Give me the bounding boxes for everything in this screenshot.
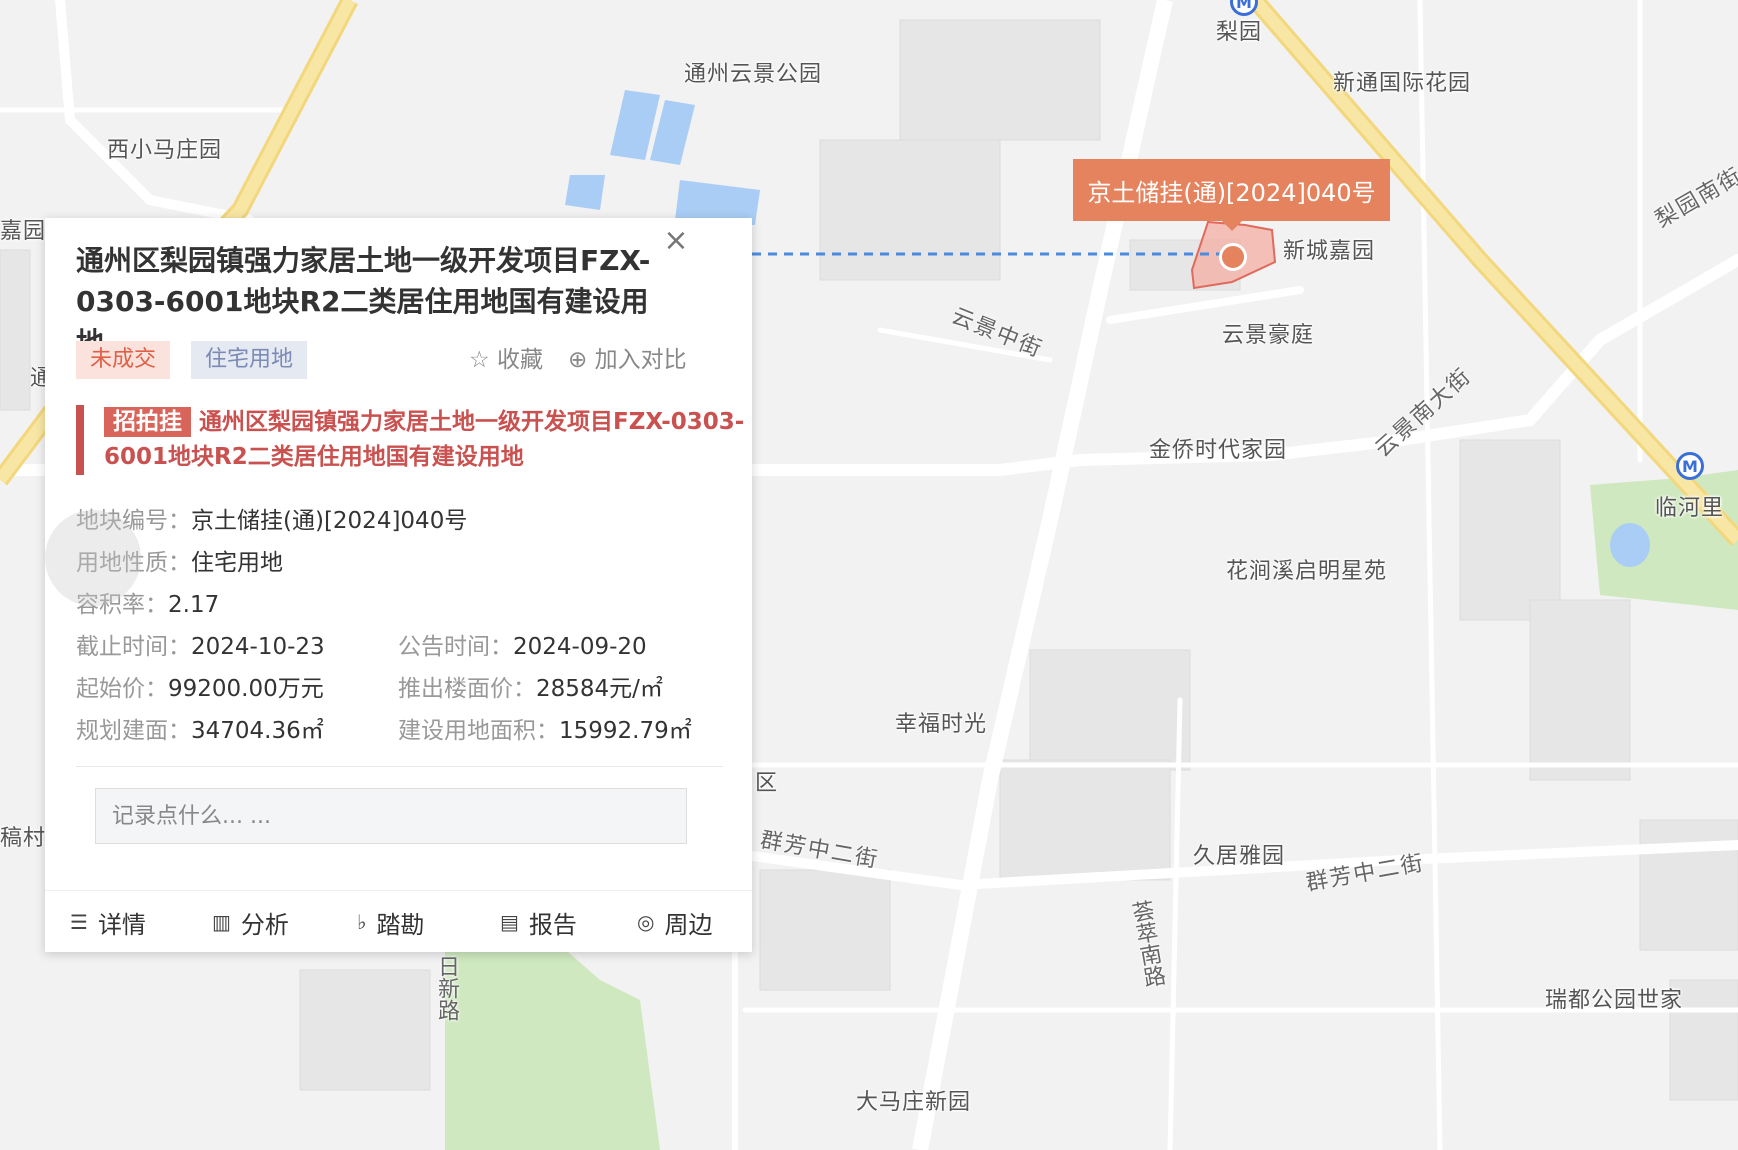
poi-label[interactable]: 新通国际花园 bbox=[1333, 65, 1471, 97]
field-label: 公告时间： bbox=[398, 634, 513, 660]
metro-station-icon[interactable]: M bbox=[1676, 452, 1704, 480]
field-label: 推出楼面价： bbox=[398, 676, 536, 702]
field-value: 2.17 bbox=[168, 592, 220, 618]
divider bbox=[76, 766, 723, 767]
notice-text: 通州区梨园镇强力家居土地一级开发项目FZX-0303-6001地块R2二类居住用… bbox=[104, 409, 745, 470]
plot-info-panel: 通州区梨园镇强力家居土地一级开发项目FZX-0303-6001地块R2二类居住用… bbox=[45, 218, 752, 952]
poi-label[interactable]: 稿村 bbox=[0, 820, 46, 852]
survey-button[interactable]: ♭ 踏勘 bbox=[357, 891, 424, 953]
poi-label[interactable]: 区 bbox=[755, 765, 778, 797]
action-bar: ☰ 详情 ▥ 分析 ♭ 踏勘 ▤ 报告 ◎ 周边 bbox=[45, 890, 752, 953]
field-value: 15992.79㎡ bbox=[559, 718, 692, 744]
close-icon[interactable]: × bbox=[654, 218, 698, 262]
planned-area-field: 规划建面：34704.36㎡ bbox=[76, 711, 324, 745]
target-icon: ◎ bbox=[637, 910, 655, 934]
plot-marker-label[interactable]: 京土储挂(通)[2024]040号 bbox=[1073, 159, 1390, 231]
auction-notice-link[interactable]: 招拍挂 通州区梨园镇强力家居土地一级开发项目FZX-0303-6001地块R2二类… bbox=[76, 405, 754, 475]
nearby-label: 周边 bbox=[664, 910, 713, 939]
field-value: 京土储挂(通)[2024]040号 bbox=[191, 508, 468, 534]
compare-label: 加入对比 bbox=[594, 347, 687, 373]
field-value: 34704.36㎡ bbox=[191, 718, 324, 744]
poi-label[interactable]: 大马庄新园 bbox=[856, 1084, 971, 1116]
detail-label: 详情 bbox=[97, 910, 146, 939]
field-label: 截止时间： bbox=[76, 634, 191, 660]
analysis-button[interactable]: ▥ 分析 bbox=[212, 891, 289, 953]
field-label: 起始价： bbox=[76, 676, 168, 702]
star-icon: ☆ bbox=[469, 347, 490, 373]
land-area-field: 建设用地面积：15992.79㎡ bbox=[398, 711, 692, 745]
note-input[interactable] bbox=[95, 788, 687, 844]
poi-label[interactable]: 西小马庄园 bbox=[107, 132, 222, 164]
poi-label[interactable]: 幸福时光 bbox=[895, 706, 987, 738]
survey-label: 踏勘 bbox=[376, 910, 425, 939]
field-label: 规划建面： bbox=[76, 718, 191, 744]
field-value: 2024-09-20 bbox=[513, 634, 647, 660]
auction-type-badge: 招拍挂 bbox=[104, 407, 191, 437]
nearby-button[interactable]: ◎ 周边 bbox=[637, 891, 712, 953]
poi-label[interactable]: 花涧溪启明星苑 bbox=[1226, 553, 1387, 585]
deadline-field: 截止时间：2024-10-23 bbox=[76, 627, 325, 661]
field-label: 建设用地面积： bbox=[398, 718, 559, 744]
status-badge: 未成交 bbox=[76, 341, 171, 379]
favorite-button[interactable]: ☆ 收藏 bbox=[469, 340, 543, 374]
poi-label[interactable]: 通州云景公园 bbox=[684, 56, 822, 88]
detail-button[interactable]: ☰ 详情 bbox=[70, 891, 146, 953]
field-value: 99200.00万元 bbox=[168, 676, 324, 702]
poi-label[interactable]: 久居雅园 bbox=[1193, 838, 1285, 870]
poi-label[interactable]: 云景豪庭 bbox=[1222, 317, 1314, 349]
field-value: 住宅用地 bbox=[191, 550, 283, 576]
footprint-icon: ♭ bbox=[357, 910, 367, 934]
poi-label[interactable]: 临河里 bbox=[1655, 490, 1724, 522]
report-label: 报告 bbox=[528, 910, 577, 939]
road-label: 日新路 bbox=[434, 955, 459, 1021]
announce-date-field: 公告时间：2024-09-20 bbox=[398, 627, 647, 661]
land-type-badge: 住宅用地 bbox=[191, 341, 308, 379]
list-icon: ☰ bbox=[70, 910, 88, 934]
plot-marker-dot[interactable] bbox=[1219, 243, 1247, 271]
bar-chart-icon: ▥ bbox=[212, 910, 231, 934]
start-price-field: 起始价：99200.00万元 bbox=[76, 669, 324, 703]
drag-handle[interactable] bbox=[45, 510, 141, 606]
favorite-label: 收藏 bbox=[496, 347, 543, 373]
poi-label[interactable]: 金侨时代家园 bbox=[1149, 432, 1287, 464]
plus-circle-icon: ⊕ bbox=[568, 347, 588, 373]
poi-label[interactable]: 梨园 bbox=[1216, 14, 1262, 46]
analysis-label: 分析 bbox=[240, 910, 289, 939]
floor-price-field: 推出楼面价：28584元/㎡ bbox=[398, 669, 663, 703]
plot-number-field: 地块编号：京土储挂(通)[2024]040号 bbox=[76, 501, 467, 535]
report-button[interactable]: ▤ 报告 bbox=[500, 891, 577, 953]
document-icon: ▤ bbox=[500, 910, 519, 934]
poi-label[interactable]: 新城嘉园 bbox=[1283, 233, 1375, 265]
field-value: 2024-10-23 bbox=[191, 634, 325, 660]
poi-label[interactable]: 瑞都公园世家 bbox=[1545, 982, 1683, 1014]
poi-label[interactable]: 嘉园 bbox=[0, 213, 46, 245]
add-compare-button[interactable]: ⊕ 加入对比 bbox=[568, 340, 687, 374]
field-value: 28584元/㎡ bbox=[536, 676, 663, 702]
